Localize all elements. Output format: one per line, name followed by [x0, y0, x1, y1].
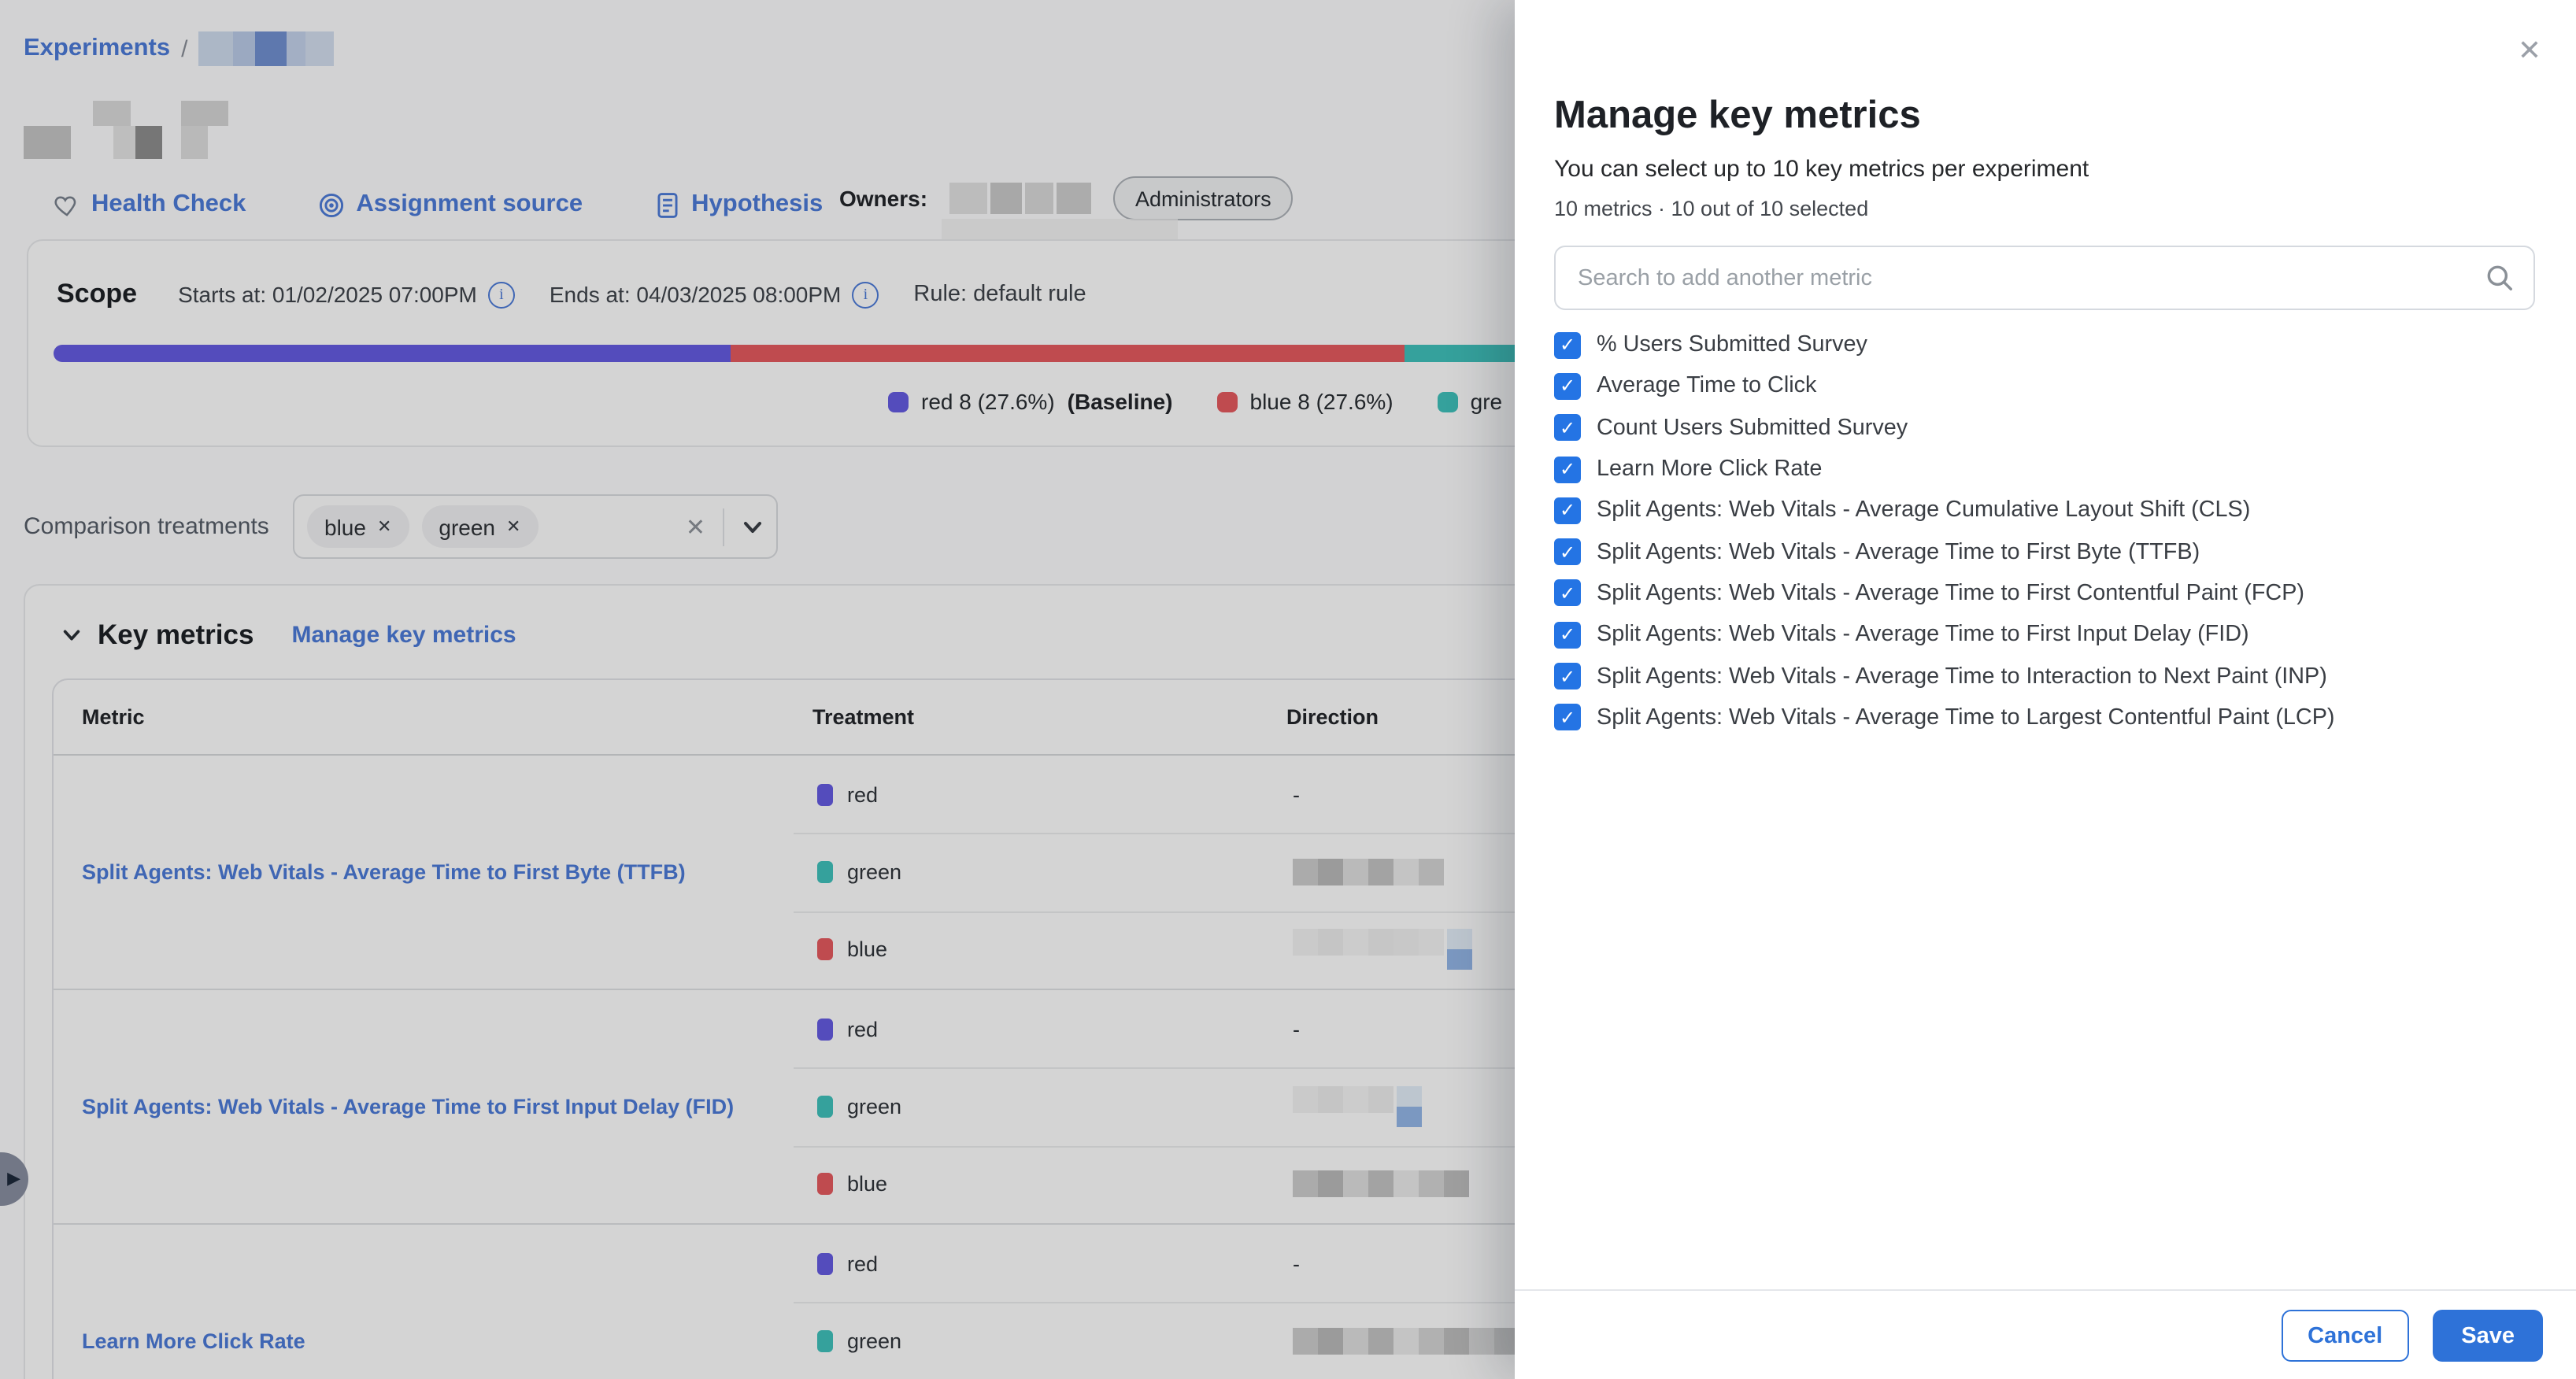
- metric-checkbox[interactable]: ✓: [1554, 621, 1581, 648]
- metric-list-item: ✓ Learn More Click Rate: [1554, 449, 2548, 490]
- metric-checkbox[interactable]: ✓: [1554, 497, 1581, 524]
- metric-checkbox-label: Average Time to Click: [1597, 374, 1816, 399]
- metrics-count: 10 metrics · 10 out of 10 selected: [1554, 197, 1868, 220]
- metric-search-box: [1554, 246, 2535, 310]
- metric-list-item: ✓ Split Agents: Web Vitals - Average Cumu…: [1554, 490, 2548, 531]
- panel-title: Manage key metrics: [1554, 94, 1921, 139]
- metric-checkbox-label: Split Agents: Web Vitals - Average Time …: [1597, 622, 2249, 647]
- metric-checkbox-label: % Users Submitted Survey: [1597, 332, 1867, 357]
- metric-list-item: ✓ Split Agents: Web Vitals - Average Time…: [1554, 614, 2548, 656]
- metric-list-item: ✓ Split Agents: Web Vitals - Average Time…: [1554, 656, 2548, 697]
- close-icon[interactable]: ✕: [2518, 35, 2541, 68]
- metric-checkbox[interactable]: ✓: [1554, 373, 1581, 400]
- metric-list-item: ✓ Split Agents: Web Vitals - Average Time…: [1554, 573, 2548, 615]
- metric-checkbox-label: Split Agents: Web Vitals - Average Time …: [1597, 539, 2200, 564]
- metric-list-item: ✓ % Users Submitted Survey: [1554, 324, 2548, 366]
- metric-checkbox-label: Learn More Click Rate: [1597, 457, 1822, 482]
- metric-checkbox[interactable]: ✓: [1554, 538, 1581, 565]
- metric-checkbox-label: Count Users Submitted Survey: [1597, 415, 1908, 440]
- metric-checkbox-label: Split Agents: Web Vitals - Average Time …: [1597, 705, 2335, 730]
- metric-checkbox-label: Split Agents: Web Vitals - Average Time …: [1597, 581, 2304, 606]
- metric-checkbox[interactable]: ✓: [1554, 704, 1581, 731]
- manage-key-metrics-panel: ✕ Manage key metrics You can select up t…: [1515, 0, 2576, 1379]
- search-icon: [2485, 263, 2515, 293]
- metric-list-item: ✓ Split Agents: Web Vitals - Average Time…: [1554, 531, 2548, 573]
- metric-search-input[interactable]: [1556, 247, 2533, 309]
- app-root: Experiments / Health Check Assignment so…: [0, 0, 2576, 1379]
- save-button[interactable]: Save: [2433, 1310, 2543, 1362]
- metric-checkbox[interactable]: ✓: [1554, 456, 1581, 482]
- metric-checkbox[interactable]: ✓: [1554, 331, 1581, 358]
- metric-checkbox[interactable]: ✓: [1554, 663, 1581, 690]
- panel-footer: Cancel Save: [1515, 1289, 2576, 1379]
- metric-checkbox-list: ✓ % Users Submitted Survey ✓ Average Time t…: [1554, 324, 2548, 738]
- metric-checkbox-label: Split Agents: Web Vitals - Average Time …: [1597, 664, 2327, 689]
- metric-list-item: ✓ Count Users Submitted Survey: [1554, 407, 2548, 449]
- metric-checkbox[interactable]: ✓: [1554, 580, 1581, 607]
- cancel-button[interactable]: Cancel: [2281, 1310, 2409, 1362]
- metric-list-item: ✓ Average Time to Click: [1554, 366, 2548, 408]
- metric-list-item: ✓ Split Agents: Web Vitals - Average Time…: [1554, 697, 2548, 738]
- metric-checkbox[interactable]: ✓: [1554, 414, 1581, 441]
- panel-subtitle: You can select up to 10 key metrics per …: [1554, 156, 2089, 183]
- metric-checkbox-label: Split Agents: Web Vitals - Average Cumul…: [1597, 498, 2250, 523]
